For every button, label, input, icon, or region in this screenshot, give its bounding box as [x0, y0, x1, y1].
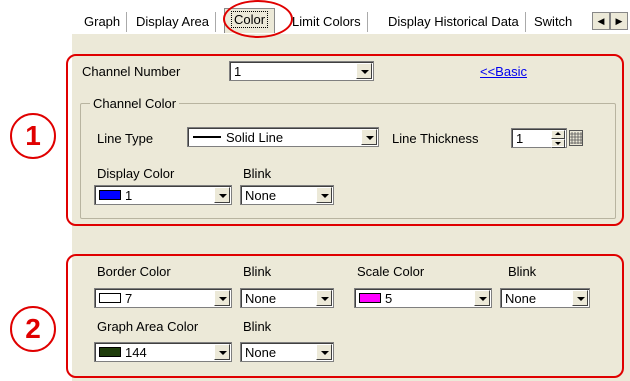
stepper-arrows[interactable] — [551, 130, 565, 148]
display-blink-label: Blink — [243, 166, 272, 181]
graph-area-blink-value: None — [245, 345, 277, 360]
border-blink-value: None — [245, 291, 277, 306]
section-gap — [72, 233, 630, 249]
graph-area-color-label: Graph Area Color — [97, 319, 199, 334]
scale-color-value: 5 — [385, 291, 393, 306]
line-thickness-value: 1 — [516, 131, 524, 146]
chevron-down-icon[interactable] — [361, 129, 377, 145]
solid-line-sample-icon — [193, 136, 221, 138]
spin-down-icon[interactable] — [551, 139, 565, 148]
channel-number-label: Channel Number — [82, 64, 181, 79]
tab-scroll-left-button[interactable]: ◀ — [592, 12, 610, 30]
scale-color-dropdown[interactable]: 5 — [354, 288, 492, 308]
display-color-dropdown[interactable]: 1 — [94, 185, 232, 205]
chevron-down-icon[interactable] — [214, 187, 230, 203]
chevron-down-icon[interactable] — [316, 290, 332, 306]
spin-up-icon[interactable] — [551, 130, 565, 139]
grid-icon[interactable] — [569, 130, 583, 146]
tab-display-historical-data[interactable]: Display Historical Data — [382, 12, 526, 32]
section1-callout: 1 — [10, 113, 56, 159]
graph-area-blink-label: Blink — [243, 319, 272, 334]
line-thickness-stepper[interactable]: 1 — [511, 128, 567, 148]
line-thickness-label: Line Thickness — [392, 131, 479, 146]
channel-number-value: 1 — [234, 64, 242, 79]
display-color-swatch — [99, 190, 121, 200]
color-tab-highlight-ellipse — [223, 0, 293, 38]
tab-display-area[interactable]: Display Area — [130, 12, 216, 32]
line-type-value: Solid Line — [226, 130, 284, 145]
scale-blink-dropdown[interactable]: None — [500, 288, 590, 308]
chevron-down-icon[interactable] — [214, 344, 230, 360]
chevron-down-icon[interactable] — [356, 63, 372, 79]
scale-blink-value: None — [505, 291, 537, 306]
tab-limit-colors[interactable]: Limit Colors — [286, 12, 368, 32]
channel-number-dropdown[interactable]: 1 — [229, 61, 374, 81]
border-blink-label: Blink — [243, 264, 272, 279]
border-color-label: Border Color — [97, 264, 171, 279]
border-color-swatch — [99, 293, 121, 303]
chevron-down-icon[interactable] — [316, 187, 332, 203]
graph-area-color-value: 144 — [125, 345, 147, 360]
border-color-dropdown[interactable]: 7 — [94, 288, 232, 308]
graph-area-color-dropdown[interactable]: 144 — [94, 342, 232, 362]
basic-link[interactable]: <<Basic — [480, 64, 527, 79]
chevron-down-icon[interactable] — [572, 290, 588, 306]
border-blink-dropdown[interactable]: None — [240, 288, 334, 308]
line-type-dropdown[interactable]: Solid Line — [187, 127, 379, 147]
scale-blink-label: Blink — [508, 264, 537, 279]
tab-scroll-right-button[interactable]: ▶ — [610, 12, 628, 30]
section2-callout: 2 — [10, 306, 56, 352]
tab-graph[interactable]: Graph — [78, 12, 128, 32]
display-blink-value: None — [245, 188, 277, 203]
border-color-value: 7 — [125, 291, 133, 306]
chevron-down-icon[interactable] — [214, 290, 230, 306]
display-color-label: Display Color — [97, 166, 175, 181]
display-blink-dropdown[interactable]: None — [240, 185, 334, 205]
display-color-value: 1 — [125, 188, 133, 203]
chevron-down-icon[interactable] — [474, 290, 490, 306]
scale-color-label: Scale Color — [357, 264, 425, 279]
channel-color-title: Channel Color — [90, 96, 180, 111]
line-type-label: Line Type — [97, 131, 154, 146]
graph-area-blink-dropdown[interactable]: None — [240, 342, 334, 362]
scale-color-swatch — [359, 293, 381, 303]
chevron-down-icon[interactable] — [316, 344, 332, 360]
graph-area-color-swatch — [99, 347, 121, 357]
tab-switch[interactable]: Switch — [528, 12, 578, 32]
